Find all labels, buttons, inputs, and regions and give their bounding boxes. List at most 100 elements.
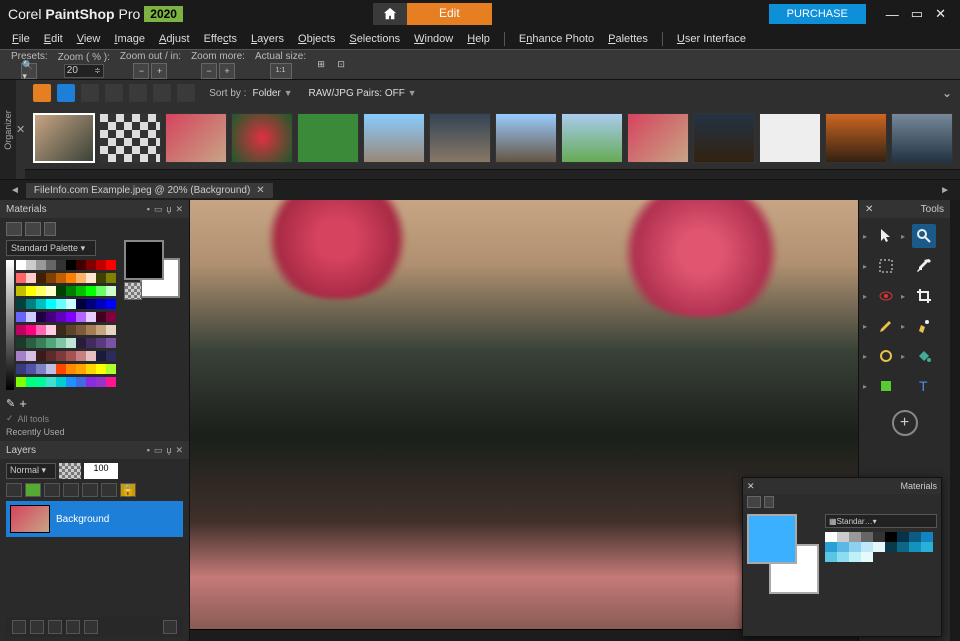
panel-menu-icon[interactable]: ▪ bbox=[147, 445, 150, 456]
color-swatch[interactable] bbox=[76, 286, 86, 296]
color-swatch[interactable] bbox=[106, 351, 116, 361]
color-swatch[interactable] bbox=[36, 325, 46, 335]
organizer-scrollbar[interactable] bbox=[25, 169, 960, 179]
zoom-in-button[interactable]: + bbox=[151, 63, 167, 79]
color-swatch[interactable] bbox=[96, 299, 106, 309]
menu-view[interactable]: View bbox=[77, 33, 101, 45]
color-swatch[interactable] bbox=[909, 532, 921, 542]
menu-enhance-photo[interactable]: Enhance Photo bbox=[519, 33, 594, 45]
layers-btn-3[interactable] bbox=[48, 620, 62, 634]
color-swatch[interactable] bbox=[16, 260, 26, 270]
add-tool-button[interactable]: + bbox=[892, 410, 918, 436]
delete-layer-button[interactable] bbox=[163, 620, 177, 634]
all-tools-check[interactable]: ✓ bbox=[6, 413, 14, 424]
zoom-in-more-button[interactable]: + bbox=[219, 63, 235, 79]
color-swatch[interactable] bbox=[106, 312, 116, 322]
color-swatch[interactable] bbox=[36, 286, 46, 296]
color-swatch[interactable] bbox=[36, 364, 46, 374]
color-swatch[interactable] bbox=[861, 532, 873, 542]
view-list-button[interactable] bbox=[57, 84, 75, 102]
color-swatch[interactable] bbox=[16, 338, 26, 348]
color-swatch[interactable] bbox=[56, 351, 66, 361]
panel-collapse-icon[interactable]: џ bbox=[166, 445, 171, 456]
color-swatch[interactable] bbox=[66, 351, 76, 361]
sort-by-dropdown[interactable]: Folder ▼ bbox=[252, 88, 292, 99]
menu-palettes[interactable]: Palettes bbox=[608, 33, 648, 45]
color-swatch[interactable] bbox=[26, 338, 36, 348]
tools-close-icon[interactable]: ✕ bbox=[865, 204, 873, 215]
color-swatch[interactable] bbox=[849, 532, 861, 542]
color-swatch[interactable] bbox=[76, 273, 86, 283]
thumbnail[interactable] bbox=[99, 113, 161, 163]
color-swatch[interactable] bbox=[76, 377, 86, 387]
color-swatch[interactable] bbox=[16, 351, 26, 361]
color-swatch[interactable] bbox=[46, 260, 56, 270]
float-color-palette[interactable] bbox=[825, 532, 937, 562]
color-swatch[interactable] bbox=[66, 286, 76, 296]
color-swatch[interactable] bbox=[66, 364, 76, 374]
float-fg-bg-swatches[interactable] bbox=[747, 514, 819, 594]
new-mask-button[interactable] bbox=[25, 483, 41, 497]
actual-size-button[interactable]: 1:1 bbox=[270, 63, 292, 79]
color-swatch[interactable] bbox=[36, 312, 46, 322]
layer-lock-button[interactable]: 🔒 bbox=[120, 483, 136, 497]
color-swatch[interactable] bbox=[96, 377, 106, 387]
color-swatch[interactable] bbox=[16, 364, 26, 374]
org-tool-1[interactable] bbox=[81, 84, 99, 102]
color-palette[interactable] bbox=[16, 260, 116, 390]
color-swatch[interactable] bbox=[86, 312, 96, 322]
color-swatch[interactable] bbox=[86, 338, 96, 348]
color-swatch[interactable] bbox=[825, 532, 837, 542]
color-swatch[interactable] bbox=[76, 260, 86, 270]
color-swatch[interactable] bbox=[26, 351, 36, 361]
color-swatch[interactable] bbox=[66, 260, 76, 270]
floating-panel-header[interactable]: ✕ Materials bbox=[743, 478, 941, 494]
color-swatch[interactable] bbox=[837, 542, 849, 552]
color-swatch[interactable] bbox=[96, 364, 106, 374]
org-tool-2[interactable] bbox=[105, 84, 123, 102]
color-swatch[interactable] bbox=[86, 260, 96, 270]
fill-tool[interactable] bbox=[912, 344, 936, 368]
layer-thumbnail[interactable] bbox=[10, 505, 50, 533]
organizer-collapse[interactable]: ⌄ bbox=[942, 86, 952, 100]
color-swatch[interactable] bbox=[76, 351, 86, 361]
color-swatch[interactable] bbox=[909, 542, 921, 552]
foreground-swatch[interactable] bbox=[124, 240, 164, 280]
color-swatch[interactable] bbox=[885, 542, 897, 552]
color-swatch[interactable] bbox=[16, 286, 26, 296]
panel-close-icon[interactable]: ✕ bbox=[175, 204, 183, 215]
maximize-button[interactable]: ▭ bbox=[905, 6, 929, 22]
color-swatch[interactable] bbox=[36, 377, 46, 387]
color-swatch[interactable] bbox=[873, 532, 885, 542]
layer-row[interactable]: Background bbox=[6, 501, 183, 537]
color-swatch[interactable] bbox=[897, 532, 909, 542]
color-swatch[interactable] bbox=[36, 351, 46, 361]
palette-dropdown[interactable]: Standard Palette ▾ bbox=[6, 240, 96, 256]
layer-name[interactable]: Background bbox=[56, 514, 109, 525]
menu-image[interactable]: Image bbox=[114, 33, 145, 45]
zoom-out-more-button[interactable]: − bbox=[201, 63, 217, 79]
color-swatch[interactable] bbox=[46, 325, 56, 335]
floating-materials-panel[interactable]: ✕ Materials ▦ Standar… ▾ bbox=[742, 477, 942, 637]
color-swatch[interactable] bbox=[921, 532, 933, 542]
color-swatch[interactable] bbox=[66, 273, 76, 283]
view-thumbnails-button[interactable] bbox=[33, 84, 51, 102]
raw-jpg-dropdown[interactable]: RAW/JPG Pairs: OFF ▼ bbox=[309, 88, 417, 99]
color-swatch[interactable] bbox=[46, 377, 56, 387]
layer-next-button[interactable] bbox=[101, 483, 117, 497]
presets-dropdown[interactable]: 🔍▾ bbox=[21, 63, 37, 79]
color-swatch[interactable] bbox=[56, 364, 66, 374]
document-tab-close[interactable]: ✕ bbox=[256, 185, 264, 196]
zoom-out-button[interactable]: − bbox=[133, 63, 149, 79]
color-swatch[interactable] bbox=[66, 377, 76, 387]
pencil-tool-icon[interactable]: ✎ bbox=[6, 397, 15, 410]
thumbnail[interactable] bbox=[891, 113, 953, 163]
color-swatch[interactable] bbox=[56, 299, 66, 309]
color-swatch[interactable] bbox=[96, 325, 106, 335]
value-strip[interactable] bbox=[6, 260, 14, 390]
color-swatch[interactable] bbox=[861, 552, 873, 562]
thumbnail[interactable] bbox=[693, 113, 755, 163]
color-swatch[interactable] bbox=[837, 552, 849, 562]
color-swatch[interactable] bbox=[26, 299, 36, 309]
color-swatch[interactable] bbox=[86, 377, 96, 387]
